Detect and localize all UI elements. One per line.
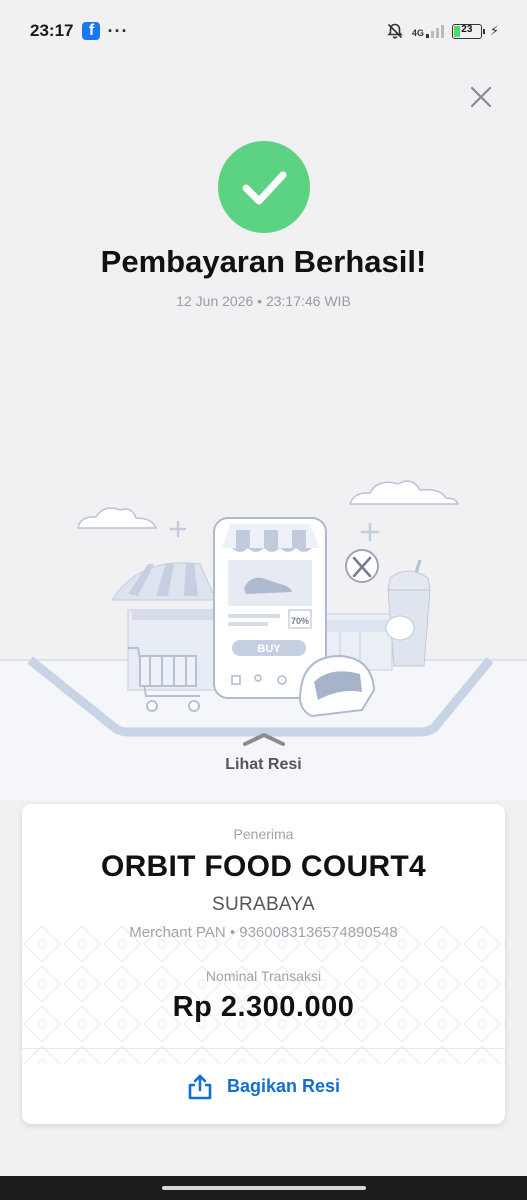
more-notifications-icon: ··· [107,20,129,41]
transaction-amount: Rp 2.300.000 [172,991,355,1023]
buy-label: BUY [257,643,281,655]
battery-level: 23 [461,23,473,35]
network-type: 4G [411,28,424,38]
close-button[interactable] [466,82,496,112]
page-title: Pembayaran Berhasil! [100,244,427,279]
cloud-left-icon [77,507,158,529]
chevron-up-icon [242,733,285,746]
utensils-icon [345,549,379,583]
view-receipt-button[interactable]: Lihat Resi [0,732,527,774]
charging-icon: ⚡ [489,23,499,38]
battery-icon: 23 [451,23,485,39]
view-receipt-label: Lihat Resi [225,756,302,773]
home-indicator[interactable] [162,1186,366,1190]
share-receipt-label: Bagikan Resi [226,1076,341,1096]
status-icons: 4G 23 ⚡ [386,22,499,40]
merchant-pan: Merchant PAN • 9360083136574890548 [129,924,398,941]
facebook-icon: f [82,22,101,40]
discount-label: 70% [291,616,309,626]
signal-icon: 4G [412,24,444,38]
amount-label: Nominal Transaksi [205,968,322,984]
drink-cup-icon [385,559,431,667]
check-circle-icon [218,141,310,233]
merchant-name: ORBIT FOOD COURT4 [100,850,427,883]
bell-muted-icon [387,23,403,39]
system-nav-bar [0,1176,527,1200]
receipt-card: Penerima ORBIT FOOD COURT4 SURABAYA Merc… [22,804,505,1124]
status-time: 23:17 [30,21,74,40]
status-bar: 23:17 f ··· 4G 23 ⚡ [0,0,527,62]
cloud-right-icon [348,480,460,505]
close-icon [470,86,492,108]
share-icon [188,1074,212,1099]
merchant-city: SURABAYA [211,894,316,915]
recipient-label: Penerima [233,826,294,842]
helmet-icon [298,654,376,718]
share-receipt-button[interactable]: Bagikan Resi [22,1049,505,1124]
transaction-timestamp: 12 Jun 2026 • 23:17:46 WIB [176,293,351,309]
